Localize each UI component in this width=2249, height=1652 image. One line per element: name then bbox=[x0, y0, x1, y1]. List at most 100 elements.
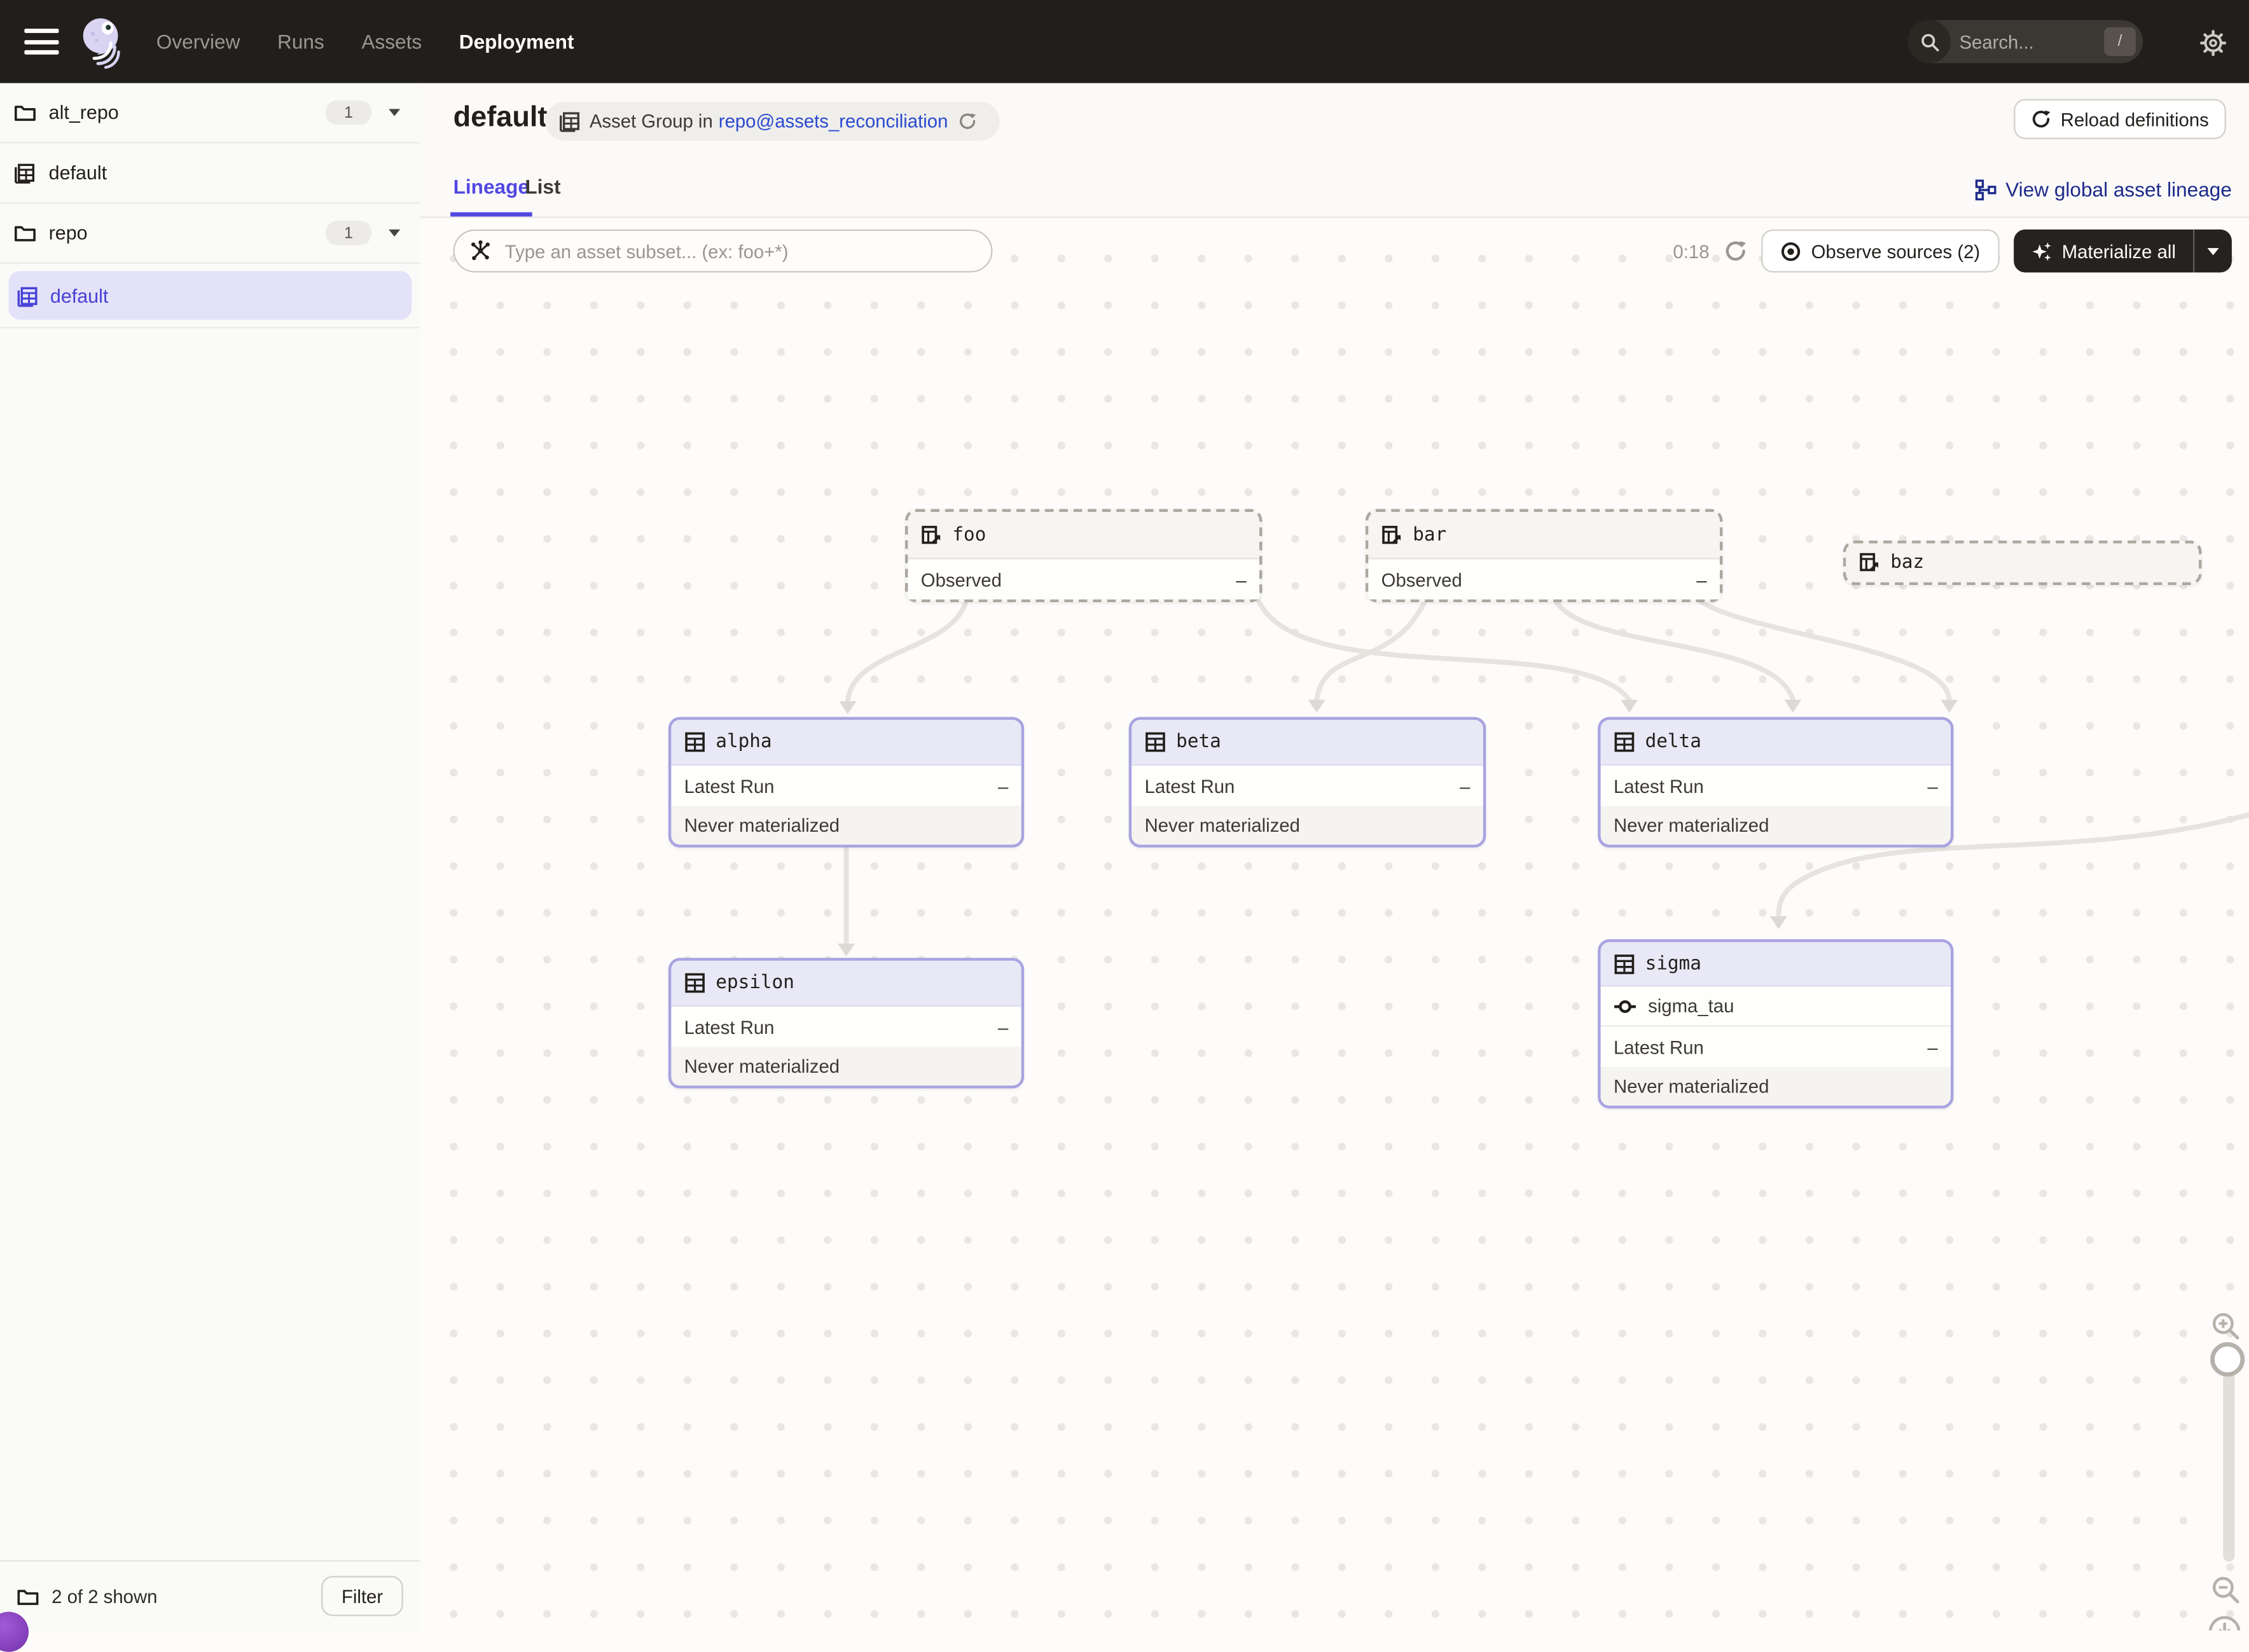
global-lineage-label: View global asset lineage bbox=[2005, 178, 2232, 201]
eye-icon bbox=[1780, 240, 1801, 262]
zoom-slider-track[interactable] bbox=[2223, 1358, 2234, 1562]
nav-item-assets[interactable]: Assets bbox=[361, 30, 422, 53]
hamburger-icon[interactable] bbox=[24, 29, 59, 55]
folder-icon bbox=[15, 103, 36, 121]
asset-group-icon bbox=[17, 285, 39, 306]
materialize-all-main[interactable]: Materialize all bbox=[2013, 230, 2193, 273]
asset-group-icon bbox=[559, 111, 581, 132]
chevron-down-icon[interactable] bbox=[389, 230, 400, 237]
refresh-timer: 0:18 bbox=[1673, 240, 1709, 262]
node-label: bar bbox=[1413, 524, 1446, 546]
zoom-out-icon[interactable] bbox=[2210, 1574, 2242, 1606]
node-row-observed: Observed– bbox=[1368, 559, 1720, 599]
count-badge: 1 bbox=[326, 100, 371, 125]
observable-source-icon bbox=[1381, 524, 1403, 546]
nav-item-deployment[interactable]: Deployment bbox=[459, 30, 574, 53]
zoom-controls bbox=[2200, 218, 2249, 1630]
selected-item-pill[interactable]: default bbox=[9, 271, 412, 320]
search-box[interactable]: / bbox=[1907, 20, 2143, 64]
zoom-slider-handle[interactable] bbox=[2210, 1342, 2245, 1377]
sidebar-item-alt-repo[interactable]: alt_repo 1 bbox=[0, 83, 420, 144]
table-icon bbox=[684, 731, 706, 753]
sparkle-icon bbox=[2030, 240, 2052, 262]
node-row-latest-run: Latest Run– bbox=[1601, 1027, 1951, 1067]
reload-icon[interactable] bbox=[958, 112, 976, 130]
search-input[interactable] bbox=[1951, 31, 2104, 52]
table-icon bbox=[1145, 731, 1166, 753]
folder-icon bbox=[15, 224, 36, 242]
node-row-materialization: Never materialized bbox=[671, 1047, 1021, 1085]
asset-node-epsilon[interactable]: epsilon Latest Run– Never materialized bbox=[668, 958, 1024, 1088]
dagster-logo[interactable] bbox=[76, 15, 128, 69]
observe-sources-button[interactable]: Observe sources (2) bbox=[1761, 230, 1999, 273]
canvas-actions: 0:18 Observe sources (2) Materialize all bbox=[1673, 230, 2232, 273]
edge-baz-delta bbox=[1691, 584, 1949, 700]
node-header: beta bbox=[1131, 720, 1483, 766]
asset-subset-text-input[interactable] bbox=[502, 238, 976, 263]
asset-check-label: sigma_tau bbox=[1648, 995, 1734, 1017]
asset-node-delta[interactable]: delta Latest Run– Never materialized bbox=[1598, 717, 1953, 848]
node-header: baz bbox=[1846, 544, 2199, 582]
repo-link[interactable]: repo@assets_reconciliation bbox=[719, 111, 948, 132]
asset-node-baz[interactable]: baz bbox=[1843, 540, 2202, 585]
zoom-in-icon[interactable] bbox=[2210, 1311, 2242, 1342]
asset-node-sigma[interactable]: sigma sigma_tau Latest Run– Never materi… bbox=[1598, 939, 1953, 1108]
reload-definitions-button[interactable]: Reload definitions bbox=[2013, 99, 2226, 139]
materialize-all-button[interactable]: Materialize all bbox=[2013, 230, 2232, 273]
download-view-icon[interactable] bbox=[2208, 1614, 2242, 1630]
node-label: alpha bbox=[716, 731, 772, 753]
sidebar-item-label: alt_repo bbox=[49, 102, 119, 123]
tabs-row: Lineage List View global asset lineage bbox=[420, 169, 2249, 218]
search-icon bbox=[1907, 20, 1951, 64]
top-nav-bar: Overview Runs Assets Deployment / bbox=[0, 0, 2249, 83]
sidebar-item-default-repo-selected[interactable]: default bbox=[0, 264, 420, 328]
node-row-materialization: Never materialized bbox=[1601, 806, 1951, 844]
edge-bar-delta bbox=[1555, 600, 1793, 700]
observable-source-icon bbox=[921, 524, 943, 546]
sidebar-item-repo[interactable]: repo 1 bbox=[0, 203, 420, 264]
sidebar-item-label: repo bbox=[49, 223, 88, 244]
node-label: baz bbox=[1890, 552, 1924, 574]
edge-foo-alpha bbox=[848, 598, 967, 701]
node-header: bar bbox=[1368, 512, 1720, 559]
view-global-asset-lineage-link[interactable]: View global asset lineage bbox=[1976, 178, 2232, 201]
sidebar-item-default-altrepo[interactable]: default bbox=[0, 144, 420, 204]
node-label: beta bbox=[1176, 731, 1221, 753]
page-title: default bbox=[453, 102, 548, 135]
dagster-app: Overview Runs Assets Deployment / bbox=[0, 0, 2249, 1630]
chevron-down-icon[interactable] bbox=[389, 109, 400, 116]
lineage-canvas[interactable]: 0:18 Observe sources (2) Materialize all bbox=[420, 218, 2249, 1630]
node-label: sigma bbox=[1645, 953, 1701, 975]
node-row-latest-run: Latest Run– bbox=[1131, 766, 1483, 806]
main-content: default Asset Group in repo@assets_recon… bbox=[420, 83, 2249, 1630]
asset-node-bar[interactable]: bar Observed– bbox=[1366, 509, 1723, 603]
asset-node-beta[interactable]: beta Latest Run– Never materialized bbox=[1129, 717, 1486, 848]
node-header: epsilon bbox=[671, 961, 1021, 1007]
reload-definitions-label: Reload definitions bbox=[2061, 108, 2209, 130]
node-label: foo bbox=[952, 524, 986, 546]
nav-item-overview[interactable]: Overview bbox=[156, 30, 240, 53]
tab-list[interactable]: List bbox=[525, 175, 560, 198]
node-header: delta bbox=[1601, 720, 1951, 766]
node-row-latest-run: Latest Run– bbox=[671, 766, 1021, 806]
node-row-asset-check[interactable]: sigma_tau bbox=[1601, 987, 1951, 1027]
page-header: default Asset Group in repo@assets_recon… bbox=[420, 83, 2249, 169]
asset-node-foo[interactable]: foo Observed– bbox=[905, 509, 1263, 603]
node-row-observed: Observed– bbox=[908, 559, 1259, 599]
filter-button[interactable]: Filter bbox=[321, 1576, 403, 1616]
node-header: sigma bbox=[1601, 942, 1951, 987]
asset-node-alpha[interactable]: alpha Latest Run– Never materialized bbox=[668, 717, 1024, 848]
asset-group-badge: Asset Group in repo@assets_reconciliatio… bbox=[545, 102, 1000, 141]
refresh-icon[interactable] bbox=[1724, 240, 1747, 263]
materialize-all-label: Materialize all bbox=[2062, 240, 2176, 262]
gear-icon[interactable] bbox=[2200, 30, 2226, 56]
tab-lineage[interactable]: Lineage bbox=[453, 175, 529, 198]
table-icon bbox=[1614, 953, 1635, 975]
nav-links: Overview Runs Assets Deployment bbox=[156, 30, 574, 53]
sidebar-footer: 2 of 2 shown Filter bbox=[0, 1560, 420, 1631]
asset-check-icon bbox=[1614, 997, 1637, 1014]
count-badge: 1 bbox=[326, 221, 371, 245]
sidebar-item-label: default bbox=[49, 162, 107, 184]
asset-subset-input[interactable] bbox=[453, 230, 993, 273]
nav-item-runs[interactable]: Runs bbox=[277, 30, 324, 53]
